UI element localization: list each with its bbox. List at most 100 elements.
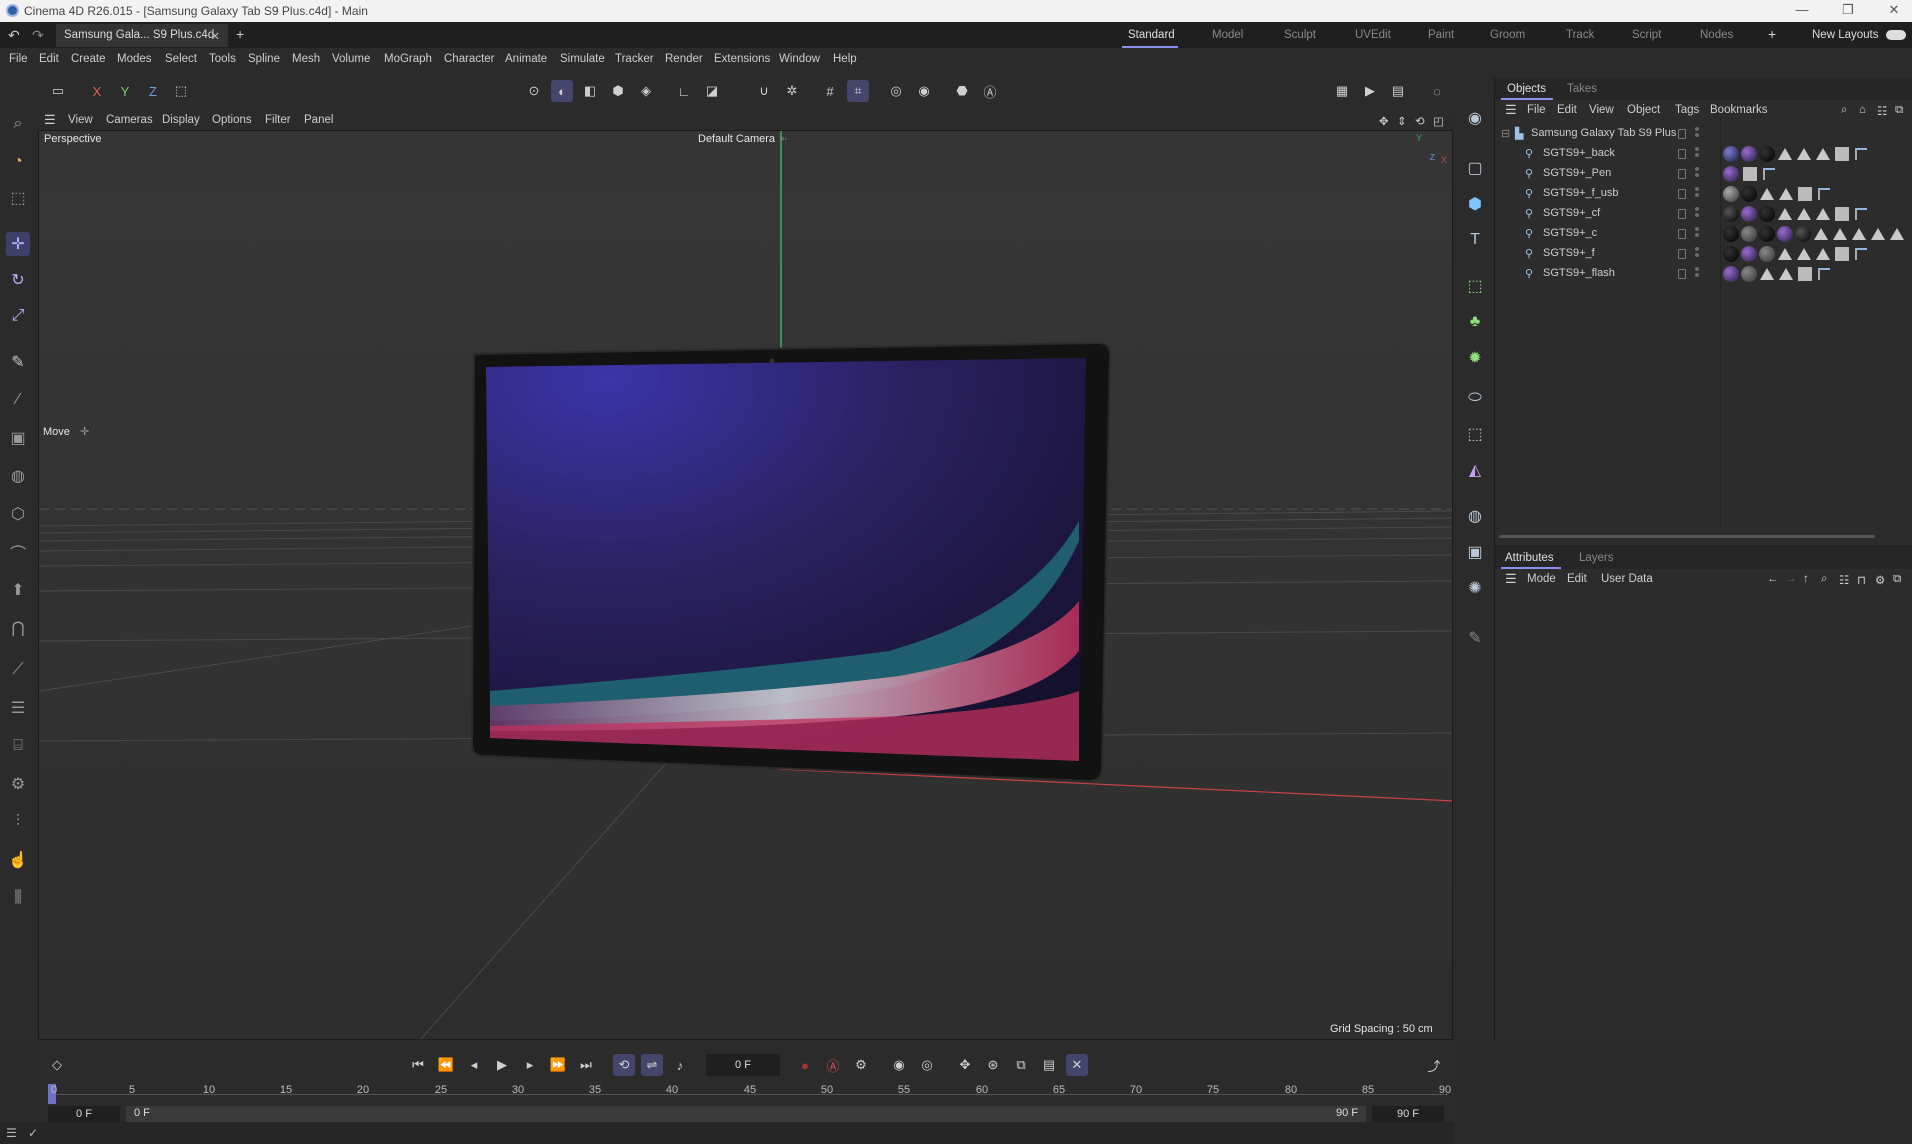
light-object-icon[interactable]: ✺ (1463, 576, 1487, 600)
texture-mode-icon[interactable]: ◪ (701, 80, 723, 102)
up-arrow-icon[interactable]: ↑ (1803, 573, 1809, 585)
phong-tag-icon[interactable] (1816, 208, 1830, 220)
phong-tag-icon[interactable] (1778, 248, 1792, 260)
attributes-hamburger-icon[interactable]: ☰ (1505, 571, 1517, 587)
cloner-icon[interactable]: ♣ (1463, 310, 1487, 334)
cube-object-icon[interactable]: ⬢ (1463, 192, 1487, 216)
pen-tool-icon[interactable]: ✎ (1463, 626, 1487, 650)
visibility-toggle[interactable] (1678, 189, 1686, 199)
redo-icon[interactable]: ↷ (32, 27, 44, 44)
object-mode-icon[interactable]: ⬢ (607, 80, 629, 102)
attributes-menu-mode[interactable]: Mode (1527, 573, 1556, 585)
search-icon[interactable]: ⌕ (6, 112, 30, 136)
play-icon[interactable]: ▶ (491, 1054, 513, 1076)
object-name[interactable]: SGTS9+_c (1543, 227, 1597, 239)
phong-tag-icon[interactable] (1779, 188, 1793, 200)
object-row[interactable]: ⚲ SGTS9+_flash (1495, 264, 1912, 284)
objects-menu-view[interactable]: View (1589, 104, 1614, 116)
phong-tag-icon[interactable] (1890, 228, 1904, 240)
tab-attributes[interactable]: Attributes (1505, 552, 1554, 564)
viewport-menu-filter[interactable]: Filter (265, 114, 291, 126)
material-tag-icon[interactable] (1741, 246, 1757, 262)
objects-hamburger-icon[interactable]: ☰ (1505, 102, 1517, 118)
go-to-start-icon[interactable]: ⏮ (407, 1054, 429, 1076)
axis-mode-icon[interactable]: ∟ (673, 80, 695, 102)
menu-spline[interactable]: Spline (248, 53, 280, 65)
material-tag-icon[interactable] (1723, 146, 1739, 162)
start-frame-field[interactable]: 0 F (48, 1106, 120, 1122)
menu-file[interactable]: File (9, 53, 28, 65)
object-name[interactable]: SGTS9+_Pen (1543, 167, 1611, 179)
redshift-icon[interactable]: ◌ (1426, 80, 1448, 102)
phong-tag-icon[interactable] (1760, 268, 1774, 280)
filter-attributes-icon[interactable]: ☷ (1839, 573, 1849, 587)
material-tag-icon[interactable] (1723, 166, 1739, 182)
search-attributes-icon[interactable]: ⌕ (1821, 573, 1827, 586)
phong-tag-icon[interactable] (1778, 208, 1792, 220)
viewport-solo-icon[interactable]: ⬣ (951, 80, 973, 102)
phong-tag-icon[interactable] (1871, 228, 1885, 240)
layout-tab-nodes[interactable]: Nodes (1700, 29, 1733, 41)
material-tag-icon[interactable] (1741, 146, 1757, 162)
menu-animate[interactable]: Animate (505, 53, 547, 65)
close-tab-icon[interactable]: ✕ (210, 29, 220, 43)
cursor-object-icon[interactable]: ◉ (1463, 106, 1487, 130)
uvw-tag-icon[interactable] (1743, 167, 1757, 181)
visibility-toggle[interactable] (1678, 169, 1686, 179)
render-view-icon[interactable]: ▦ (1331, 80, 1353, 102)
phong-tag-icon[interactable] (1816, 148, 1830, 160)
workplane-icon[interactable]: ◎ (885, 80, 907, 102)
tab-takes[interactable]: Takes (1567, 83, 1597, 95)
box-selection-icon[interactable]: ⬚ (6, 186, 30, 210)
menu-select[interactable]: Select (165, 53, 197, 65)
material-tag-icon[interactable] (1723, 206, 1739, 222)
menu-window[interactable]: Window (779, 53, 820, 65)
render-dots[interactable] (1695, 227, 1699, 241)
object-row[interactable]: ⚲ SGTS9+_f_usb (1495, 184, 1912, 204)
visibility-toggle[interactable] (1678, 129, 1686, 139)
projection-label[interactable]: Perspective (44, 133, 101, 145)
coordinate-system-icon[interactable]: ⬚ (170, 80, 192, 102)
extrude-tool-icon[interactable]: ⬆ (6, 578, 30, 602)
object-row[interactable]: ⚲ SGTS9+_c (1495, 224, 1912, 244)
selection-tag-icon[interactable] (1763, 168, 1775, 180)
uvw-tag-icon[interactable] (1798, 187, 1812, 201)
new-window-icon[interactable]: ⧉ (1895, 104, 1903, 117)
collapse-icon[interactable]: ⊟ (1501, 127, 1510, 140)
layout-tab-standard[interactable]: Standard (1128, 29, 1175, 41)
menu-tools[interactable]: Tools (209, 53, 236, 65)
key-pla-icon[interactable]: ▤ (1038, 1054, 1060, 1076)
menu-create[interactable]: Create (71, 53, 106, 65)
selection-tag-icon[interactable] (1818, 268, 1830, 280)
layout-tab-uvedit[interactable]: UVEdit (1355, 29, 1391, 41)
generator-icon[interactable]: ⬚ (1463, 274, 1487, 298)
auto-keying-icon[interactable]: Ⓐ (822, 1054, 844, 1076)
selection-tag-icon[interactable] (1855, 208, 1867, 220)
attributes-menu-edit[interactable]: Edit (1567, 573, 1587, 585)
selection-tag-icon[interactable] (1855, 148, 1867, 160)
material-tag-icon[interactable] (1741, 206, 1757, 222)
next-frame-icon[interactable]: ▸ (519, 1054, 541, 1076)
current-frame-field[interactable]: 0 F (706, 1054, 780, 1076)
tablet-model[interactable] (470, 341, 1112, 783)
lock-z-axis-button[interactable]: Z (142, 80, 164, 102)
snap-grid-icon[interactable]: # (819, 80, 841, 102)
soft-selection-icon[interactable]: ✲ (781, 80, 803, 102)
viewport-menu-panel[interactable]: Panel (304, 114, 333, 126)
menu-simulate[interactable]: Simulate (560, 53, 605, 65)
move-tool-icon[interactable]: ✛ (6, 232, 30, 256)
uvw-tag-icon[interactable] (1835, 147, 1849, 161)
material-tag-icon[interactable] (1759, 246, 1775, 262)
environment-icon[interactable]: ◍ (1463, 504, 1487, 528)
sphere-tool-icon[interactable]: ◍ (6, 464, 30, 488)
cube-wire-icon[interactable]: ⬚ (1463, 422, 1487, 446)
new-layouts-menu[interactable]: New Layouts (1812, 29, 1878, 41)
visibility-toggle[interactable] (1678, 249, 1686, 259)
maximize-view-icon[interactable]: ◰ (1433, 114, 1444, 128)
home-icon[interactable]: ⌂ (1859, 104, 1866, 116)
phong-tag-icon[interactable] (1797, 248, 1811, 260)
material-tag-icon[interactable] (1759, 206, 1775, 222)
phong-tag-icon[interactable] (1779, 268, 1793, 280)
layers-tool-icon[interactable]: ☰ (6, 696, 30, 720)
layout-tab-script[interactable]: Script (1632, 29, 1661, 41)
